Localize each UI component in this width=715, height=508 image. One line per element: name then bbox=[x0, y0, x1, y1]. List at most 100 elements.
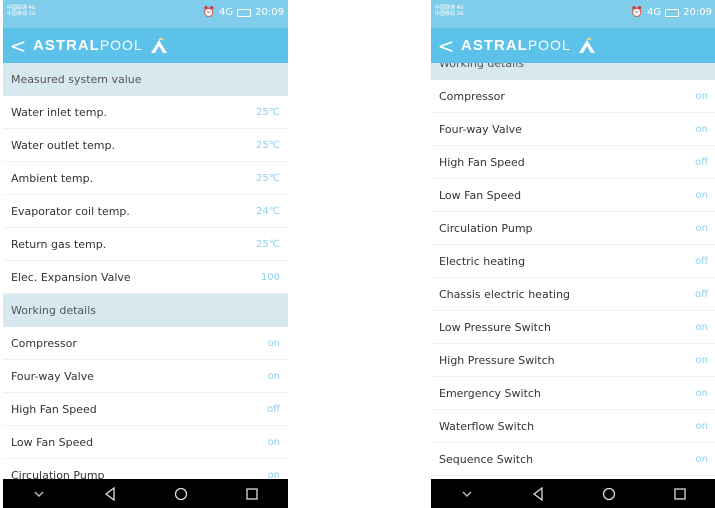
list-item: Low Fan Speed on bbox=[3, 426, 288, 459]
back-icon[interactable] bbox=[523, 484, 553, 504]
list-item: Waterflow Switch on bbox=[431, 410, 715, 443]
list-item: Sequence Switch on bbox=[431, 443, 715, 476]
brand-bold: ASTRAL bbox=[461, 37, 528, 54]
back-icon[interactable] bbox=[95, 484, 125, 504]
item-value: on bbox=[695, 222, 708, 234]
battery-icon bbox=[237, 8, 252, 17]
item-value: 25℃ bbox=[256, 172, 280, 184]
item-value: 25℃ bbox=[256, 139, 280, 151]
signal-icon: 4G bbox=[219, 7, 234, 18]
item-value: on bbox=[267, 469, 280, 480]
item-label: High Fan Speed bbox=[439, 155, 525, 169]
alarm-icon: ⏰ bbox=[202, 7, 216, 18]
item-label: High Fan Speed bbox=[11, 402, 97, 416]
item-label: Compressor bbox=[11, 336, 77, 350]
item-value: on bbox=[695, 354, 708, 366]
list-item: Water outlet temp. 25℃ bbox=[3, 129, 288, 162]
item-value: on bbox=[267, 337, 280, 349]
status-bar: 中国联通 4G 中国移动 2G ⏰ 4G 20:09 bbox=[3, 0, 288, 28]
carrier-info: 中国联通 4G 中国移动 2G bbox=[435, 5, 465, 17]
item-value: on bbox=[695, 123, 708, 135]
item-label: Circulation Pump bbox=[439, 221, 533, 235]
item-label: Low Fan Speed bbox=[439, 188, 522, 202]
home-icon[interactable] bbox=[166, 484, 196, 504]
list-item: Elec. Expansion Valve 100 bbox=[3, 261, 288, 294]
section-header-measured: Measured system value bbox=[3, 63, 288, 96]
list-item: Low Pressure Switch on bbox=[431, 311, 715, 344]
section-header-working: Working details bbox=[431, 63, 715, 80]
item-value: on bbox=[695, 387, 708, 399]
brand-bold: ASTRAL bbox=[33, 37, 100, 54]
brand-light: POOL bbox=[99, 37, 143, 53]
item-label: Low Fan Speed bbox=[11, 435, 94, 449]
item-label: Chassis electric heating bbox=[439, 287, 571, 301]
item-value: off bbox=[694, 288, 708, 300]
signal-icon: 4G bbox=[647, 7, 662, 18]
item-value: on bbox=[695, 90, 708, 102]
item-value: 100 bbox=[260, 271, 280, 283]
list-item: Chassis electric heating off bbox=[431, 278, 715, 311]
brand-logo: ASTRALPOOL bbox=[461, 37, 571, 54]
phone-screen-left: 中国联通 4G 中国移动 2G ⏰ 4G 20:09 < ASTRALPOOL … bbox=[3, 0, 288, 508]
status-icons: ⏰ 4G 20:09 bbox=[631, 7, 712, 18]
item-label: Evaporator coil temp. bbox=[11, 204, 130, 218]
item-label: Four-way Valve bbox=[439, 122, 522, 136]
item-value: on bbox=[267, 436, 280, 448]
back-button[interactable]: < bbox=[431, 34, 461, 58]
home-icon[interactable] bbox=[594, 484, 624, 504]
back-button[interactable]: < bbox=[3, 34, 33, 58]
item-value: 25℃ bbox=[256, 106, 280, 118]
list-item: High Fan Speed off bbox=[431, 146, 715, 179]
list-item: Evaporator coil temp. 24℃ bbox=[3, 195, 288, 228]
item-label: Water outlet temp. bbox=[11, 138, 115, 152]
status-bar: 中国联通 4G 中国移动 2G ⏰ 4G 20:09 bbox=[431, 0, 715, 28]
clock: 20:09 bbox=[683, 7, 712, 18]
recents-icon[interactable] bbox=[665, 484, 695, 504]
list-item: Return gas temp. 25℃ bbox=[3, 228, 288, 261]
item-value: on bbox=[695, 321, 708, 333]
list-item: Circulation Pump on bbox=[3, 459, 288, 480]
list-item: Low Fan Speed on bbox=[431, 179, 715, 212]
item-value: 24℃ bbox=[256, 205, 280, 217]
android-navbar bbox=[431, 479, 715, 508]
item-label: Sequence Switch bbox=[439, 452, 534, 466]
item-label: Electric heating bbox=[439, 254, 526, 268]
item-label: Water inlet temp. bbox=[11, 105, 107, 119]
clock: 20:09 bbox=[255, 7, 284, 18]
carrier-line-2: 中国移动 2G bbox=[7, 11, 36, 17]
battery-icon bbox=[665, 8, 680, 17]
astralpool-logo-icon bbox=[150, 37, 167, 53]
detail-list[interactable]: Working details Compressor on Four-way Va… bbox=[431, 63, 715, 479]
list-item: Water inlet temp. 25℃ bbox=[3, 96, 288, 129]
item-label: Waterflow Switch bbox=[439, 419, 535, 433]
phone-screen-right: 中国联通 4G 中国移动 2G ⏰ 4G 20:09 < ASTRALPOOL … bbox=[431, 0, 715, 508]
item-label: Ambient temp. bbox=[11, 171, 94, 185]
app-bar: < ASTRALPOOL bbox=[431, 28, 715, 63]
detail-list[interactable]: Measured system value Water inlet temp. 2… bbox=[3, 63, 288, 479]
item-label: High Pressure Switch bbox=[439, 353, 555, 367]
recents-icon[interactable] bbox=[237, 484, 267, 504]
item-value: on bbox=[695, 189, 708, 201]
chevron-down-icon[interactable] bbox=[452, 484, 482, 504]
list-item: Compressor on bbox=[3, 327, 288, 360]
list-item: Emergency Switch on bbox=[431, 377, 715, 410]
list-item: Compressor on bbox=[431, 80, 715, 113]
astralpool-logo-icon bbox=[578, 37, 595, 53]
item-value: on bbox=[695, 420, 708, 432]
carrier-info: 中国联通 4G 中国移动 2G bbox=[7, 5, 37, 17]
status-icons: ⏰ 4G 20:09 bbox=[203, 7, 284, 18]
list-item: Four-way Valve on bbox=[431, 113, 715, 146]
item-value: off bbox=[694, 255, 708, 267]
brand-logo: ASTRALPOOL bbox=[33, 37, 143, 54]
item-value: off bbox=[266, 403, 280, 415]
list-item: Circulation Pump on bbox=[431, 212, 715, 245]
item-value: off bbox=[694, 156, 708, 168]
item-value: on bbox=[695, 453, 708, 465]
item-label: Compressor bbox=[439, 89, 505, 103]
section-header-working: Working details bbox=[3, 294, 288, 327]
list-item: High Pressure Switch on bbox=[431, 344, 715, 377]
chevron-down-icon[interactable] bbox=[24, 484, 54, 504]
brand-light: POOL bbox=[527, 37, 571, 53]
list-item: Electric heating off bbox=[431, 245, 715, 278]
app-bar: < ASTRALPOOL bbox=[3, 28, 288, 63]
